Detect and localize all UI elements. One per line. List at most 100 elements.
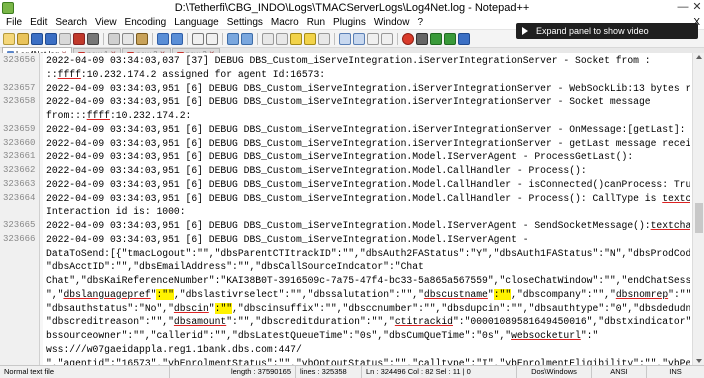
zoom-out-icon[interactable] — [241, 32, 253, 45]
folder-workspace-icon[interactable] — [367, 32, 379, 45]
toolbar-separator — [397, 32, 398, 45]
editor-line: "dbsauthstatus":"No","dbscin":"","dbscin… — [0, 302, 690, 316]
line-text: 2022-04-09 03:34:03,951 [6] DEBUG DBS_Cu… — [46, 151, 634, 163]
editor-line: ::ffff:10.232.174.2 assigned for agent I… — [0, 68, 690, 82]
line-text: 2022-04-09 03:34:03,951 [6] DEBUG DBS_Cu… — [46, 220, 690, 231]
redo-icon[interactable] — [171, 32, 183, 45]
copy-icon[interactable] — [122, 32, 134, 45]
editor-line: 323658 2022-04-09 03:34:03,951 [6] DEBUG … — [0, 95, 690, 109]
save-icon[interactable] — [31, 32, 43, 45]
word-wrap-icon[interactable] — [290, 32, 302, 45]
toolbar-separator — [334, 32, 335, 45]
menu-view[interactable]: View — [91, 16, 121, 30]
menu-run[interactable]: Run — [303, 16, 329, 30]
line-text: ","dbslanguagepref":"","dbslastivrselect… — [46, 288, 690, 300]
line-text: 2022-04-09 03:34:03,037 [37] DEBUG DBS_C… — [46, 55, 651, 66]
zoom-in-icon[interactable] — [227, 32, 239, 45]
save-all-icon[interactable] — [45, 32, 57, 45]
toolbar-separator — [187, 32, 188, 45]
line-number: 323665 — [3, 220, 36, 230]
status-eol: Dos\Windows — [517, 365, 592, 378]
function-list-icon[interactable] — [353, 32, 365, 45]
stop-macro-icon[interactable] — [416, 32, 428, 45]
menu-edit[interactable]: Edit — [26, 16, 51, 30]
record-macro-icon[interactable] — [402, 32, 414, 45]
monitoring-icon[interactable] — [381, 32, 393, 45]
menu-help[interactable]: ? — [413, 16, 427, 30]
toolbar-separator — [222, 32, 223, 45]
find-icon[interactable] — [192, 32, 204, 45]
status-file-type: Normal text file — [0, 365, 170, 378]
editor-line: 323662 2022-04-09 03:34:03,951 [6] DEBUG … — [0, 164, 690, 178]
show-all-chars-icon[interactable] — [304, 32, 316, 45]
status-mode: INS — [669, 366, 682, 376]
editor-line: 323664 2022-04-09 03:34:03,951 [6] DEBUG … — [0, 192, 690, 206]
line-text: Chat","dbsKaiReferenceNumber":"KAI38B0T-… — [46, 275, 690, 286]
save-macro-icon[interactable] — [458, 32, 470, 45]
close-all-icon[interactable] — [73, 32, 85, 45]
new-file-icon[interactable] — [3, 32, 15, 45]
line-text: 2022-04-09 03:34:03,951 [6] DEBUG DBS_Cu… — [46, 165, 587, 176]
close-window-button[interactable]: ✕ — [690, 1, 704, 14]
status-lines: lines : 325358 — [296, 365, 362, 378]
line-text: 2022-04-09 03:34:03,951 [6] DEBUG DBS_Cu… — [46, 96, 651, 108]
scroll-up-icon[interactable] — [696, 55, 702, 59]
sync-vertical-icon[interactable] — [262, 32, 274, 45]
scroll-down-icon[interactable] — [696, 359, 702, 363]
line-number: 323660 — [3, 137, 36, 148]
line-number — [0, 247, 40, 261]
line-text: "dbsAcctID":"","dbsEmailAddress":"","dbs… — [46, 261, 424, 273]
status-encoding: ANSI — [592, 365, 647, 378]
open-file-icon[interactable] — [17, 32, 29, 45]
close-icon[interactable] — [59, 32, 71, 45]
play-macro-icon[interactable] — [430, 32, 442, 45]
line-number: 323656 — [3, 55, 36, 65]
title-bar: D:\Tetherfi\CBG_INDO\Logs\TMACServerLogs… — [0, 0, 704, 16]
editor-line: 323660 2022-04-09 03:34:03,951 [6] DEBUG … — [0, 137, 690, 151]
line-text: from:::ffff:10.232.174.2: — [46, 110, 192, 121]
editor-line: from:::ffff:10.232.174.2: — [0, 109, 690, 123]
undo-icon[interactable] — [157, 32, 169, 45]
line-number: 323663 — [3, 178, 36, 189]
replace-icon[interactable] — [206, 32, 218, 45]
menu-window[interactable]: Window — [370, 16, 414, 30]
editor-line: 323659 2022-04-09 03:34:03,951 [6] DEBUG … — [0, 123, 690, 137]
line-number — [0, 274, 40, 288]
vertical-scrollbar[interactable] — [692, 53, 704, 365]
line-text: ::ffff:10.232.174.2 assigned for agent I… — [46, 68, 326, 80]
line-number — [0, 357, 40, 366]
minimize-button[interactable]: — — [676, 1, 690, 14]
menu-settings[interactable]: Settings — [223, 16, 267, 30]
line-number — [0, 343, 40, 357]
line-number: 323664 — [3, 192, 36, 203]
menu-encoding[interactable]: Encoding — [121, 16, 171, 30]
line-text: 2022-04-09 03:34:03,951 [6] DEBUG DBS_Cu… — [46, 178, 690, 190]
sync-horizontal-icon[interactable] — [276, 32, 288, 45]
editor-line: 323657 2022-04-09 03:34:03,951 [6] DEBUG … — [0, 82, 690, 96]
window-title: D:\Tetherfi\CBG_INDO\Logs\TMACServerLogs… — [174, 2, 530, 14]
toolbar-separator — [152, 32, 153, 45]
line-text: 2022-04-09 03:34:03,951 [6] DEBUG DBS_Cu… — [46, 123, 686, 135]
line-text: bssourceowner":"","callerid":"","dbsLate… — [46, 330, 599, 341]
doc-map-icon[interactable] — [339, 32, 351, 45]
menu-plugins[interactable]: Plugins — [329, 16, 370, 30]
menu-search[interactable]: Search — [51, 16, 91, 30]
line-number: 323666 — [3, 233, 36, 244]
menu-language[interactable]: Language — [170, 16, 223, 30]
scroll-thumb[interactable] — [695, 203, 703, 233]
text-editor[interactable]: 323656 2022-04-09 03:34:03,037 [37] DEBUG… — [0, 53, 704, 365]
cut-icon[interactable] — [108, 32, 120, 45]
paste-icon[interactable] — [136, 32, 148, 45]
line-number — [0, 288, 40, 302]
run-macro-multiple-icon[interactable] — [444, 32, 456, 45]
expand-video-panel[interactable]: Expand panel to show video — [516, 23, 698, 39]
line-text: 2022-04-09 03:34:03,951 [6] DEBUG DBS_Cu… — [46, 233, 529, 245]
line-number: 323661 — [3, 151, 36, 162]
print-icon[interactable] — [87, 32, 99, 45]
editor-line: "dbscreditreason":"","dbsamount":"","dbs… — [0, 315, 690, 329]
menu-file[interactable]: File — [2, 16, 26, 30]
menu-macro[interactable]: Macro — [267, 16, 303, 30]
editor-line: "dbsAcctID":"","dbsEmailAddress":"","dbs… — [0, 260, 690, 274]
editor-line: ","agentid":"16573","vbEnrolmentStatus":… — [0, 357, 690, 366]
indent-guide-icon[interactable] — [318, 32, 330, 45]
